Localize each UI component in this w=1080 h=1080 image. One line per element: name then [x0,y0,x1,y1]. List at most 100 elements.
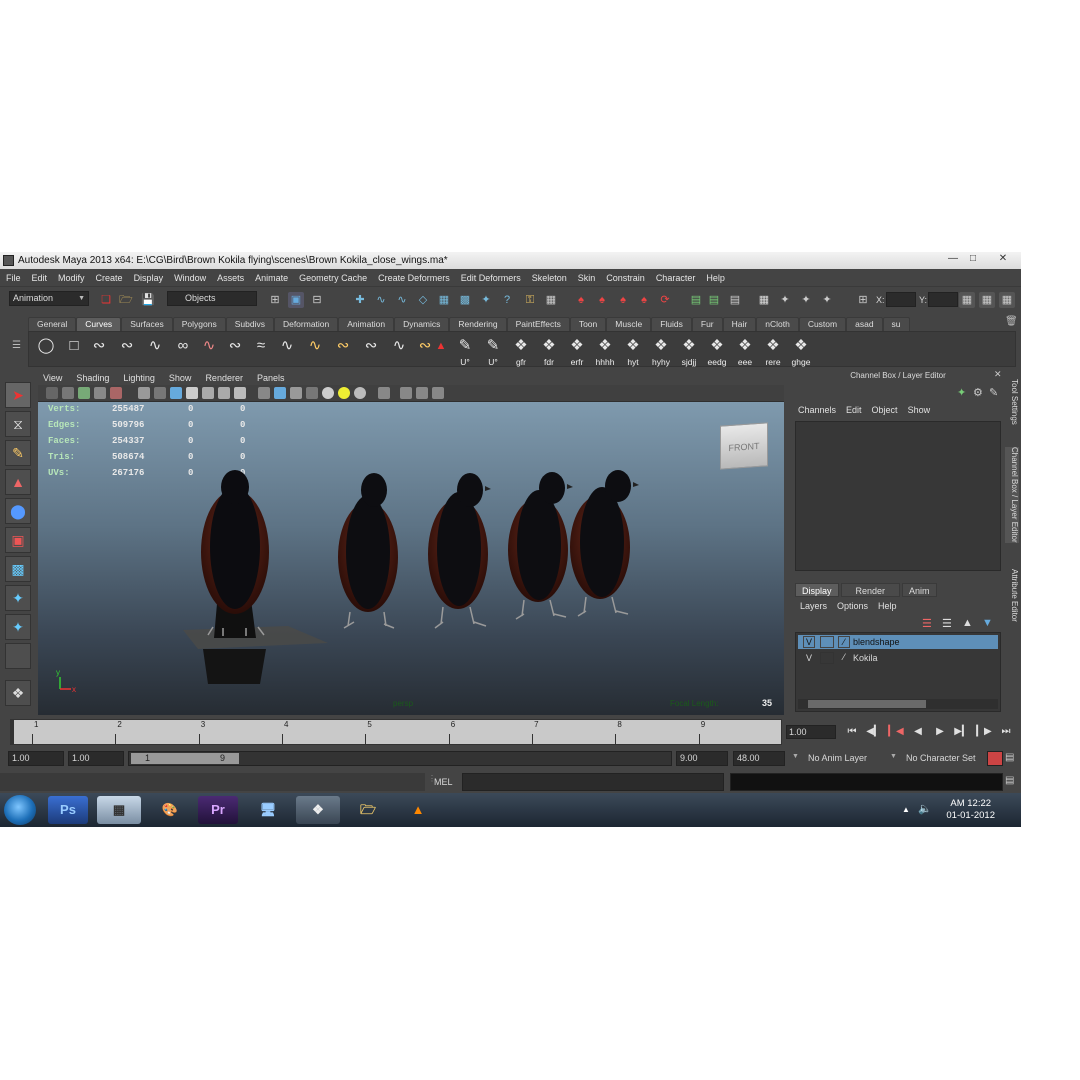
menu-geometry-cache[interactable]: Geometry Cache [299,273,367,283]
shelf-tab-polygons[interactable]: Polygons [172,317,226,331]
layer-color-swatch[interactable]: ⁄ [838,636,850,648]
two-sided-lighting-icon[interactable] [400,387,412,399]
menu-skeleton[interactable]: Skeleton [532,273,567,283]
menu-modify[interactable]: Modify [58,273,85,283]
step-forward-frame-icon[interactable]: ▶▎ [952,724,972,740]
shelf-tab-deformation[interactable]: Deformation [273,317,339,331]
command-input[interactable] [462,773,724,791]
move-tool-icon[interactable]: ▲ [5,469,31,495]
render-view-icon[interactable]: ⟳ [657,292,673,308]
rotate-icon[interactable]: ✦ [798,292,814,308]
isolate-select-icon[interactable] [234,387,246,399]
menuset-dropdown[interactable]: Animation ▼ [9,291,89,306]
step-back-frame-icon[interactable]: ▎◀ [886,724,906,740]
toggle-channel-box-icon[interactable]: ▦ [959,292,975,308]
toggle-attribute-editor-icon[interactable]: ▦ [999,292,1015,308]
current-time-marker[interactable] [11,720,14,744]
xray-joints-icon[interactable] [274,387,286,399]
menu-help[interactable]: Help [706,273,725,283]
lock-icon[interactable]: ⚿ [522,292,538,308]
close-button[interactable]: ✕ [993,253,1013,266]
chevron-down-icon[interactable]: ▼ [890,753,897,760]
shelf-tab-subdivs[interactable]: Subdivs [225,317,274,331]
insert-knot-icon[interactable]: ≈ [249,335,273,357]
maximize-button[interactable]: □ [963,253,983,266]
mel-icon-hyhy[interactable]: ❖ [649,335,673,357]
vp-menu-view[interactable]: View [43,371,62,385]
mel-script-icon[interactable]: ▲ [429,335,453,357]
xray-icon[interactable] [258,387,270,399]
photoshop-task-icon[interactable]: Ps [48,796,88,824]
move-layer-down-icon[interactable]: ▼ [982,617,993,629]
shelf-menu-icon[interactable]: ☰ [12,340,21,351]
shelf-tab-toon[interactable]: Toon [569,317,607,331]
paint-select-tool-icon[interactable]: ✎ [5,440,31,466]
rotate-tool-icon[interactable]: ⬤ [5,498,31,524]
shelf-tab-curves[interactable]: Curves [76,317,122,331]
panel-close-icon[interactable]: ✕ [994,369,1002,380]
layer-menu-help[interactable]: Help [878,601,897,611]
open-scene-icon[interactable]: 🗁 [118,292,134,308]
outliner-toggle-icon[interactable]: ▤ [727,292,743,308]
snap-live-icon[interactable]: ▦ [436,292,452,308]
rebuild-curve-icon[interactable]: ∾ [331,335,355,357]
menu-display[interactable]: Display [134,273,164,283]
playback-end-field[interactable]: 9.00 [676,751,728,766]
chevron-down-icon[interactable]: ▼ [792,753,799,760]
shelf-tab-surfaces[interactable]: Surfaces [121,317,173,331]
move-layer-up-icon[interactable]: ▲ [962,617,973,629]
custom-shelf-icon-1[interactable]: ✎ [453,335,477,357]
lights-icon[interactable] [202,387,214,399]
layer-playback-toggle[interactable] [820,652,834,664]
lasso-tool-icon[interactable]: ⧖ [5,411,31,437]
layer-visibility-toggle[interactable]: V [803,636,815,648]
channel-slider-icon[interactable]: ✎ [989,386,998,399]
layer-scrollbar[interactable] [798,699,998,709]
animation-prefs-icon[interactable]: ▤ [1005,752,1014,763]
new-layer-selected-icon[interactable]: ☰ [922,617,932,630]
shelf-tab-rendering[interactable]: Rendering [449,317,507,331]
modeling-toolkit-icon[interactable]: ▤ [706,292,722,308]
transform-icon[interactable]: ✦ [777,292,793,308]
shelf-tab-custom[interactable]: Custom [798,317,847,331]
manipulator-tool-icon[interactable]: ▩ [5,556,31,582]
channel-settings-icon[interactable]: ⚙ [973,386,983,399]
select-camera-icon[interactable] [378,387,390,399]
default-light-icon[interactable] [338,387,350,399]
range-slider-bar[interactable]: 1 9 [131,753,239,764]
add-points-icon[interactable]: ∾ [359,335,383,357]
layout-presets-icon[interactable]: ❖ [5,680,31,706]
shelf-tab-general[interactable]: General [28,317,77,331]
shelf-tab-animation[interactable]: Animation [338,317,395,331]
minimize-button[interactable]: — [943,253,963,266]
layer-row-blendshape[interactable]: V ⁄ blendshape [798,635,998,649]
bookmark-icon[interactable] [62,387,74,399]
mel-icon-sjdjj[interactable]: ❖ [677,335,701,357]
shelf-tab-painteffects[interactable]: PaintEffects [506,317,570,331]
mel-icon-erfr[interactable]: ❖ [565,335,589,357]
ipr-render-icon[interactable]: ♠ [594,292,610,308]
character-set-dropdown[interactable]: No Character Set [906,753,976,763]
menu-create-deformers[interactable]: Create Deformers [378,273,450,283]
cv-curve-icon[interactable]: ∾ [87,335,111,357]
animation-end-field[interactable]: 48.00 [733,751,785,766]
attach-curves-icon[interactable]: ∿ [197,335,221,357]
scale-icon[interactable]: ✦ [819,292,835,308]
layer-visibility-toggle[interactable]: V [803,651,815,665]
tray-expand-icon[interactable]: ▲ [902,805,910,814]
scrollbar-thumb[interactable] [808,700,926,708]
vp-menu-lighting[interactable]: Lighting [123,371,155,385]
vp-menu-show[interactable]: Show [169,371,192,385]
arc-tool-icon[interactable]: ∞ [171,335,195,357]
textured-icon[interactable] [186,387,198,399]
shadows-icon[interactable] [218,387,230,399]
go-to-end-icon[interactable]: ⏭ [996,724,1016,740]
curve-editing-icon[interactable]: ∿ [387,335,411,357]
film-gate-icon[interactable] [110,387,122,399]
channel-key-icon[interactable]: ✦ [957,386,966,399]
tab-channel-box-layer-editor[interactable]: Channel Box / Layer Editor [1005,447,1019,543]
grid-icon[interactable] [94,387,106,399]
scale-tool-icon[interactable]: ▣ [5,527,31,553]
shelf-tab-hair[interactable]: Hair [722,317,757,331]
network-task-icon[interactable]: 🖥 [246,796,290,824]
